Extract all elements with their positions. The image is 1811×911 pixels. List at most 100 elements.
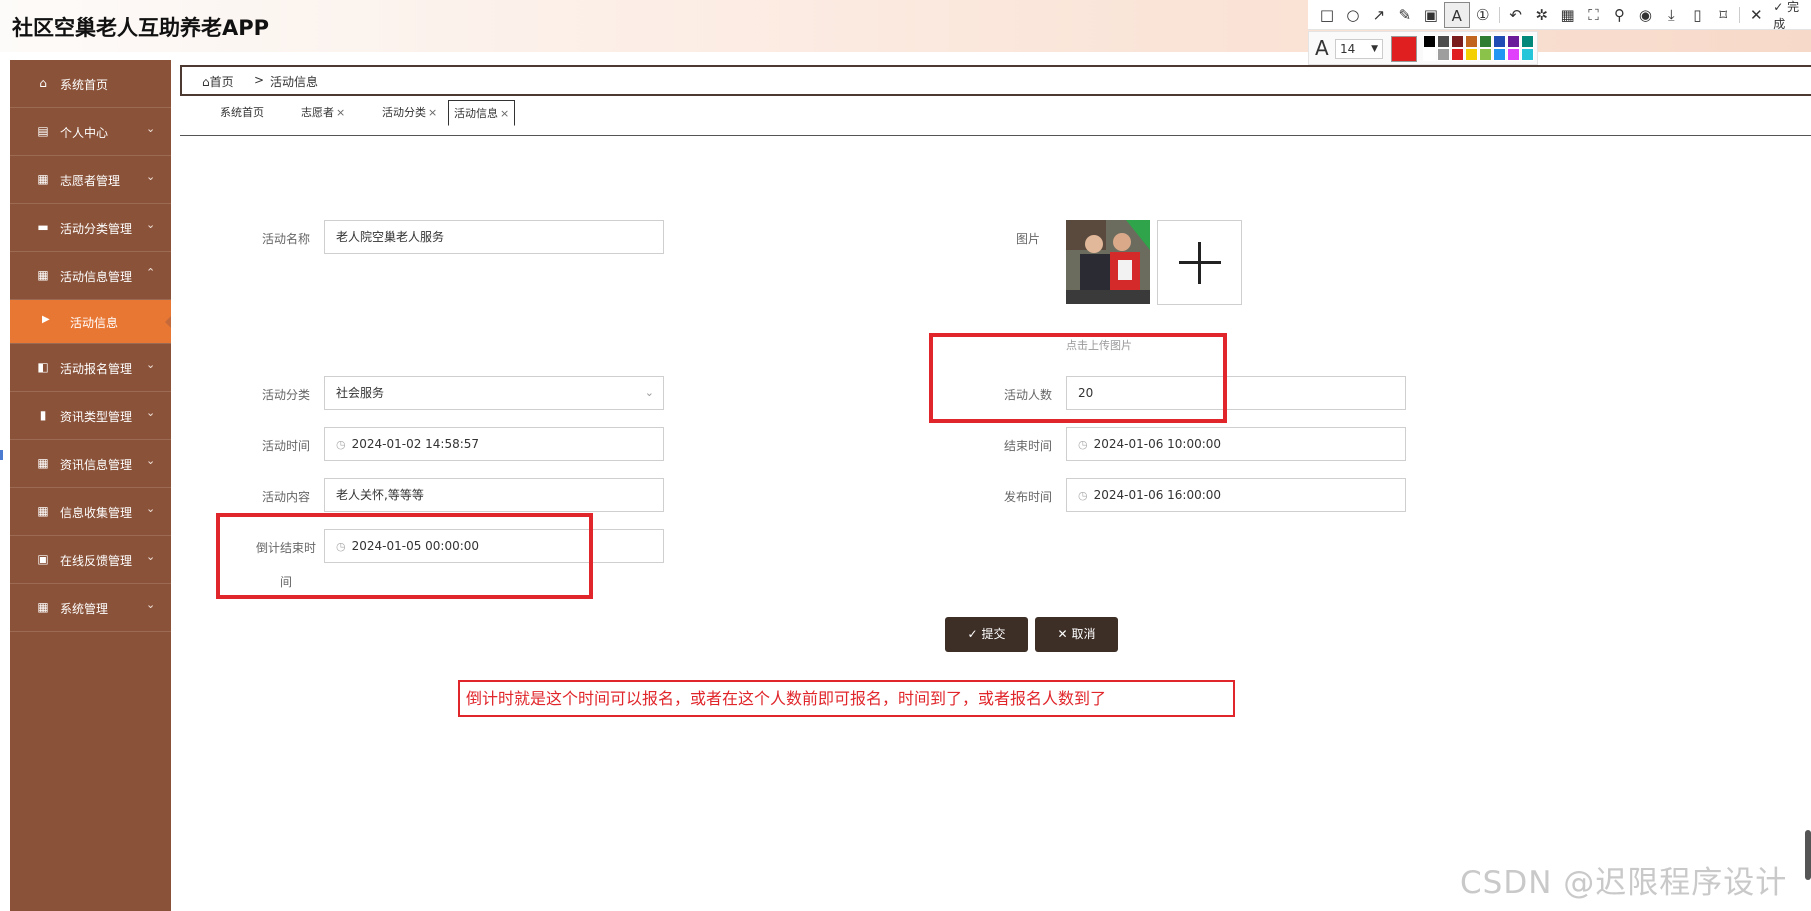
- chevron-down-icon: ⌄: [146, 358, 156, 371]
- chevron-down-icon: ⌄: [146, 218, 156, 231]
- sidebar-item-label: 志愿者管理: [60, 174, 121, 188]
- color-swatch[interactable]: [1437, 48, 1450, 61]
- done-button[interactable]: ✓ 完成: [1773, 0, 1811, 32]
- toolbar-divider: [1498, 6, 1500, 23]
- sidebar-item-personal[interactable]: ▤ 个人中心 ⌄: [10, 108, 171, 156]
- color-swatch[interactable]: [1479, 35, 1492, 48]
- color-swatch[interactable]: [1479, 48, 1492, 61]
- calendar-icon: ▤: [37, 124, 49, 138]
- close-icon: ✕: [1057, 627, 1068, 641]
- breadcrumb: ⌂首页 > 活动信息: [180, 65, 1811, 96]
- grid-icon: ▦: [37, 600, 49, 614]
- done-label: 完成: [1773, 0, 1800, 31]
- tab-label: 系统首页: [220, 106, 264, 119]
- number-tool-icon[interactable]: ①: [1470, 2, 1496, 28]
- sidebar-item-home[interactable]: ⌂ 系统首页: [10, 60, 171, 108]
- clipboard-icon: ▣: [37, 552, 49, 566]
- sidebar-item-registration[interactable]: ◧ 活动报名管理 ⌄: [10, 344, 171, 392]
- home-icon: ⌂: [39, 76, 47, 90]
- current-color-swatch[interactable]: [1391, 36, 1417, 62]
- color-swatch[interactable]: [1423, 35, 1436, 48]
- tab-home[interactable]: 系统首页: [215, 100, 269, 126]
- activity-name-input[interactable]: 老人院空巢老人服务: [324, 220, 664, 254]
- annotation-note: 倒计时就是这个时间可以报名，或者在这个人数前即可报名，时间到了，或者报名人数到了: [458, 680, 1235, 717]
- color-swatch[interactable]: [1451, 48, 1464, 61]
- submit-label: 提交: [981, 627, 1006, 641]
- submit-button[interactable]: ✓ 提交: [945, 617, 1028, 652]
- watermark: CSDN @迟限程序设计: [1460, 865, 1788, 901]
- sidebar-item-system[interactable]: ▦ 系统管理 ⌄: [10, 584, 171, 632]
- sidebar-item-activity-category[interactable]: ▬ 活动分类管理 ⌄: [10, 204, 171, 252]
- sidebar-item-activity-info[interactable]: ▦ 活动信息管理 ⌃: [10, 252, 171, 300]
- edge-marker: [0, 450, 3, 460]
- text-tool-icon[interactable]: A: [1443, 1, 1470, 28]
- chevron-up-icon: ⌃: [146, 266, 156, 279]
- sidebar-item-volunteers[interactable]: ▦ 志愿者管理 ⌄: [10, 156, 171, 204]
- close-icon[interactable]: ✕: [1743, 2, 1769, 28]
- arrow-tool-icon[interactable]: ↗: [1366, 2, 1392, 28]
- pin-icon[interactable]: ⚲: [1606, 2, 1632, 28]
- publish-time-label: 发布时间: [1003, 490, 1052, 504]
- color-swatch[interactable]: [1465, 35, 1478, 48]
- color-swatch[interactable]: [1521, 35, 1534, 48]
- activity-start-label: 活动时间: [261, 439, 310, 453]
- magic-icon[interactable]: ✲: [1529, 2, 1555, 28]
- pen-tool-icon[interactable]: ✎: [1392, 2, 1418, 28]
- ocr-icon[interactable]: ▦: [1555, 2, 1581, 28]
- sidebar-item-label: 资讯类型管理: [60, 410, 133, 424]
- activity-content-input[interactable]: 老人关怀,等等等: [324, 478, 664, 512]
- thumb-icon: ◧: [37, 360, 49, 374]
- color-swatch[interactable]: [1507, 48, 1520, 61]
- upload-image-button[interactable]: [1157, 220, 1242, 305]
- sidebar-item-label: 活动信息: [70, 316, 119, 330]
- color-swatch[interactable]: [1493, 48, 1506, 61]
- color-swatch[interactable]: [1437, 35, 1450, 48]
- chevron-down-icon: ⌄: [146, 170, 156, 183]
- color-swatch[interactable]: [1423, 48, 1436, 61]
- tab-activity-info[interactable]: 活动信息 ×: [448, 100, 516, 126]
- phone-icon[interactable]: ▯: [1684, 2, 1710, 28]
- mosaic-tool-icon[interactable]: ▣: [1418, 2, 1444, 28]
- sidebar-item-news-info[interactable]: ▦ 资讯信息管理 ⌄: [10, 440, 171, 488]
- chevron-down-icon: ⌄: [146, 502, 156, 515]
- chevron-down-icon: ⌄: [146, 454, 156, 467]
- tab-bar: 系统首页 志愿者 × 活动分类 × 活动信息 ×: [180, 98, 1811, 136]
- activity-end-value: 2024-01-06 10:00:00: [1093, 437, 1222, 451]
- cancel-button[interactable]: ✕ 取消: [1035, 617, 1118, 652]
- download-icon[interactable]: ⤓: [1658, 2, 1684, 28]
- breadcrumb-current: 活动信息: [270, 75, 319, 89]
- color-swatch[interactable]: [1507, 35, 1520, 48]
- tab-activity-category[interactable]: 活动分类 ×: [377, 100, 442, 126]
- record-icon[interactable]: ◉: [1632, 2, 1658, 28]
- breadcrumb-home[interactable]: ⌂首页: [202, 73, 234, 90]
- scrollbar-handle[interactable]: [1805, 830, 1811, 880]
- rectangle-tool-icon[interactable]: □: [1314, 2, 1340, 28]
- color-swatch[interactable]: [1451, 35, 1464, 48]
- close-icon[interactable]: ×: [428, 106, 437, 119]
- activity-category-select[interactable]: 社会服务 ⌄: [324, 376, 664, 410]
- tab-volunteers[interactable]: 志愿者 ×: [296, 100, 350, 126]
- activity-end-input[interactable]: ◷ 2024-01-06 10:00:00: [1066, 427, 1406, 461]
- color-swatch[interactable]: [1465, 48, 1478, 61]
- sidebar-item-news-type[interactable]: ▮ 资讯类型管理 ⌄: [10, 392, 171, 440]
- sidebar-item-info-collect[interactable]: ▦ 信息收集管理 ⌄: [10, 488, 171, 536]
- scan-icon[interactable]: ⛶: [1581, 2, 1607, 28]
- publish-time-input[interactable]: ◷ 2024-01-06 16:00:00: [1066, 478, 1406, 512]
- publish-time-value: 2024-01-06 16:00:00: [1093, 488, 1222, 502]
- close-icon[interactable]: ×: [500, 107, 509, 120]
- font-size-select[interactable]: 14 ▼: [1335, 39, 1383, 59]
- color-swatch[interactable]: [1521, 48, 1534, 61]
- bookmark-icon[interactable]: ⌑: [1710, 2, 1736, 28]
- sidebar-subitem-activity-info[interactable]: ▶ 活动信息: [10, 300, 171, 344]
- sidebar-item-label: 资讯信息管理: [60, 458, 133, 472]
- activity-image-thumbnail[interactable]: [1066, 220, 1150, 304]
- activity-start-input[interactable]: ◷ 2024-01-02 14:58:57: [324, 427, 664, 461]
- ellipse-tool-icon[interactable]: ○: [1340, 2, 1366, 28]
- app-title: 社区空巢老人互助养老APP: [12, 16, 270, 40]
- sidebar-item-label: 系统首页: [60, 78, 109, 92]
- sidebar-item-feedback[interactable]: ▣ 在线反馈管理 ⌄: [10, 536, 171, 584]
- tab-label: 志愿者: [301, 106, 334, 119]
- undo-icon[interactable]: ↶: [1503, 2, 1529, 28]
- color-swatch[interactable]: [1493, 35, 1506, 48]
- close-icon[interactable]: ×: [336, 106, 345, 119]
